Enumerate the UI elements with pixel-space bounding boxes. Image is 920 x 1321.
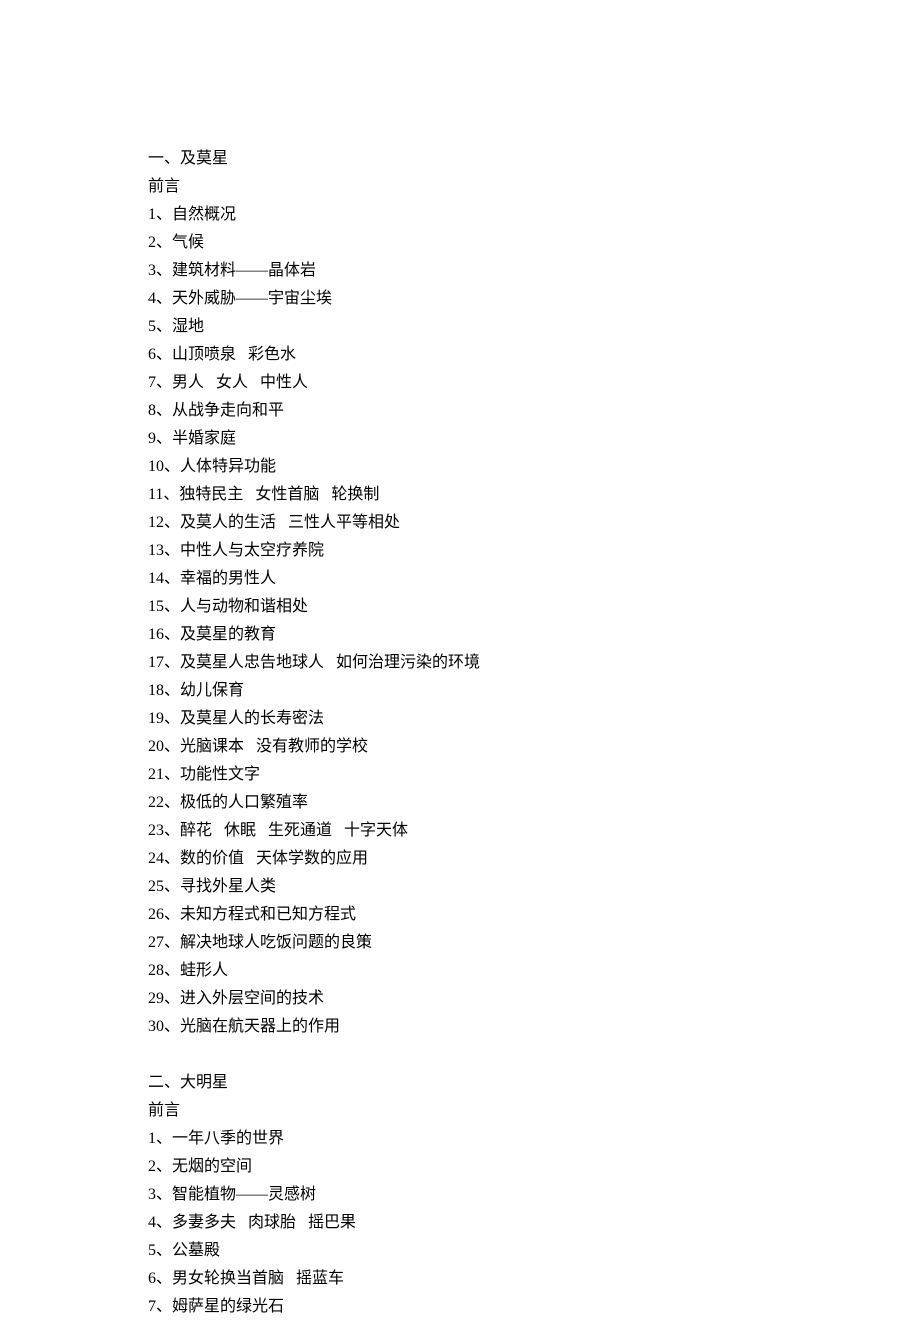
- list-item: 2、气候: [148, 229, 920, 257]
- list-item: 5、湿地: [148, 313, 920, 341]
- list-item: 7、姆萨星的绿光石: [148, 1293, 920, 1321]
- list-item: 26、未知方程式和已知方程式: [148, 901, 920, 929]
- list-item: 9、半婚家庭: [148, 425, 920, 453]
- list-item: 3、智能植物——灵感树: [148, 1181, 920, 1209]
- document-content: 一、及莫星前言1、自然概况2、气候3、建筑材料——晶体岩4、天外威胁——宇宙尘埃…: [148, 145, 920, 1321]
- list-item: 13、中性人与太空疗养院: [148, 537, 920, 565]
- section-title: 二、大明星: [148, 1069, 920, 1097]
- list-item: 6、男女轮换当首脑 摇蓝车: [148, 1265, 920, 1293]
- list-item: 8、从战争走向和平: [148, 397, 920, 425]
- list-item: 2、无烟的空间: [148, 1153, 920, 1181]
- list-item: 10、人体特异功能: [148, 453, 920, 481]
- list-item: 12、及莫人的生活 三性人平等相处: [148, 509, 920, 537]
- list-item: 23、醉花 休眠 生死通道 十字天体: [148, 817, 920, 845]
- list-item: 1、一年八季的世界: [148, 1125, 920, 1153]
- preface: 前言: [148, 1097, 920, 1125]
- list-item: 3、建筑材料——晶体岩: [148, 257, 920, 285]
- list-item: 24、数的价值 天体学数的应用: [148, 845, 920, 873]
- list-item: 30、光脑在航天器上的作用: [148, 1013, 920, 1041]
- section-title: 一、及莫星: [148, 145, 920, 173]
- list-item: 22、极低的人口繁殖率: [148, 789, 920, 817]
- list-item: 17、及莫星人忠告地球人 如何治理污染的环境: [148, 649, 920, 677]
- preface: 前言: [148, 173, 920, 201]
- list-item: 28、蛙形人: [148, 957, 920, 985]
- list-item: 5、公墓殿: [148, 1237, 920, 1265]
- list-item: 1、自然概况: [148, 201, 920, 229]
- list-item: 25、寻找外星人类: [148, 873, 920, 901]
- list-item: 19、及莫星人的长寿密法: [148, 705, 920, 733]
- section-gap: [148, 1041, 920, 1069]
- list-item: 27、解决地球人吃饭问题的良策: [148, 929, 920, 957]
- list-item: 11、独特民主 女性首脑 轮换制: [148, 481, 920, 509]
- list-item: 18、幼儿保育: [148, 677, 920, 705]
- list-item: 14、幸福的男性人: [148, 565, 920, 593]
- list-item: 20、光脑课本 没有教师的学校: [148, 733, 920, 761]
- list-item: 16、及莫星的教育: [148, 621, 920, 649]
- list-item: 21、功能性文字: [148, 761, 920, 789]
- list-item: 7、男人 女人 中性人: [148, 369, 920, 397]
- list-item: 29、进入外层空间的技术: [148, 985, 920, 1013]
- list-item: 15、人与动物和谐相处: [148, 593, 920, 621]
- list-item: 4、多妻多夫 肉球胎 摇巴果: [148, 1209, 920, 1237]
- list-item: 4、天外威胁——宇宙尘埃: [148, 285, 920, 313]
- list-item: 6、山顶喷泉 彩色水: [148, 341, 920, 369]
